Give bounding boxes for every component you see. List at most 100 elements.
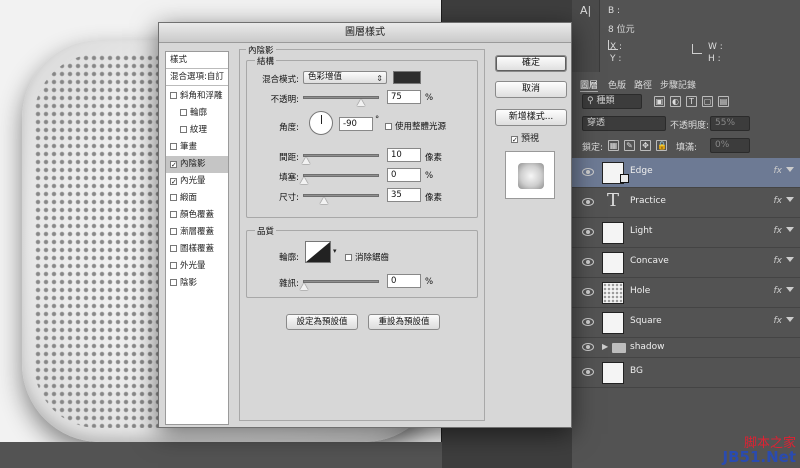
- fx-icon[interactable]: fx: [774, 286, 783, 296]
- angle-input[interactable]: -90: [339, 117, 373, 131]
- fx-icon[interactable]: fx: [774, 316, 783, 326]
- filter-smart-object-icon[interactable]: ▤: [718, 96, 729, 107]
- expand-effects-icon[interactable]: [786, 317, 794, 322]
- layer-blend-mode-select[interactable]: 穿透: [582, 116, 666, 131]
- checkbox-box[interactable]: [170, 245, 177, 252]
- antialias-checkbox[interactable]: 消除鋸齒: [345, 251, 389, 263]
- layer-row-square[interactable]: Square fx: [572, 308, 800, 338]
- checkbox-box[interactable]: [170, 228, 177, 235]
- new-style-button[interactable]: 新增樣式...: [495, 109, 567, 126]
- fx-icon[interactable]: fx: [774, 226, 783, 236]
- lock-pixels-icon[interactable]: ✎: [624, 140, 635, 151]
- checkbox-box[interactable]: [180, 109, 187, 116]
- style-item[interactable]: 紋理: [166, 122, 228, 139]
- expand-effects-icon[interactable]: [786, 227, 794, 232]
- tab-history[interactable]: 步驟記錄: [660, 78, 696, 91]
- fx-icon[interactable]: fx: [774, 256, 783, 266]
- visibility-eye-icon[interactable]: [582, 318, 594, 326]
- distance-slider[interactable]: [302, 154, 379, 164]
- checkbox-box[interactable]: ✓: [511, 136, 518, 144]
- noise-slider-knob[interactable]: [300, 283, 308, 290]
- filter-type-icon[interactable]: T: [686, 96, 697, 107]
- visibility-eye-icon[interactable]: [582, 168, 594, 176]
- style-item[interactable]: 緞面: [166, 190, 228, 207]
- opacity-input[interactable]: 75: [387, 90, 421, 104]
- style-item[interactable]: ✓ 內陰影: [166, 156, 228, 173]
- fill-field[interactable]: 0%: [710, 138, 750, 153]
- checkbox-box[interactable]: [170, 92, 177, 99]
- lock-position-icon[interactable]: ✥: [640, 140, 651, 151]
- visibility-eye-icon[interactable]: [582, 228, 594, 236]
- tab-paths[interactable]: 路徑: [634, 78, 652, 91]
- style-item[interactable]: 輪廓: [166, 105, 228, 122]
- shadow-color-swatch[interactable]: [393, 71, 421, 84]
- layer-row-light[interactable]: Light fx: [572, 218, 800, 248]
- checkbox-box[interactable]: ✓: [170, 178, 177, 186]
- visibility-eye-icon[interactable]: [582, 343, 594, 351]
- global-light-checkbox[interactable]: 使用整體光源: [385, 120, 446, 132]
- layer-opacity-field[interactable]: 55%: [710, 116, 750, 131]
- expand-effects-icon[interactable]: [786, 197, 794, 202]
- tab-channels[interactable]: 色版: [608, 78, 626, 91]
- layer-row-bg[interactable]: BG: [572, 358, 800, 388]
- angle-dial[interactable]: [309, 111, 333, 135]
- preview-checkbox[interactable]: ✓ 預視: [511, 131, 539, 144]
- size-slider-knob[interactable]: [320, 197, 328, 204]
- style-item[interactable]: 顏色覆蓋: [166, 207, 228, 224]
- reset-default-button[interactable]: 重設為預設值: [368, 314, 440, 330]
- checkbox-box[interactable]: [385, 123, 392, 130]
- expand-effects-icon[interactable]: [786, 167, 794, 172]
- style-item[interactable]: 陰影: [166, 275, 228, 292]
- style-item[interactable]: ✓ 內光暈: [166, 173, 228, 190]
- checkbox-box[interactable]: ✓: [170, 161, 177, 169]
- filter-kind-select[interactable]: ⚲ 種類: [582, 94, 642, 109]
- make-default-button[interactable]: 設定為預設值: [286, 314, 358, 330]
- checkbox-box[interactable]: [345, 254, 352, 261]
- tab-layers[interactable]: 圖層: [580, 78, 599, 92]
- checkbox-box[interactable]: [170, 211, 177, 218]
- size-input[interactable]: 35: [387, 188, 421, 202]
- expand-effects-icon[interactable]: [786, 257, 794, 262]
- visibility-eye-icon[interactable]: [582, 288, 594, 296]
- checkbox-box[interactable]: [170, 262, 177, 269]
- contour-picker[interactable]: [305, 241, 331, 263]
- distance-slider-knob[interactable]: [302, 157, 310, 164]
- lock-transparency-icon[interactable]: ▦: [608, 140, 619, 151]
- style-item[interactable]: 筆畫: [166, 139, 228, 156]
- fx-icon[interactable]: fx: [774, 196, 783, 206]
- layer-row-concave[interactable]: Concave fx: [572, 248, 800, 278]
- cancel-button[interactable]: 取消: [495, 81, 567, 98]
- checkbox-box[interactable]: [170, 143, 177, 150]
- style-item[interactable]: 圖樣覆蓋: [166, 241, 228, 258]
- style-item[interactable]: 斜角和浮雕: [166, 88, 228, 105]
- choke-slider[interactable]: [300, 174, 379, 184]
- noise-input[interactable]: 0: [387, 274, 421, 288]
- blend-mode-select[interactable]: 色彩增值 ⇕: [303, 71, 387, 84]
- lock-all-icon[interactable]: 🔒: [656, 140, 667, 151]
- layer-row-hole[interactable]: Hole fx: [572, 278, 800, 308]
- checkbox-box[interactable]: [170, 194, 177, 201]
- ok-button[interactable]: 確定: [495, 55, 567, 72]
- contour-dropdown-icon[interactable]: ▾: [333, 247, 337, 255]
- styles-header[interactable]: 樣式: [166, 52, 228, 69]
- layer-row-edge[interactable]: Edge fx: [572, 158, 800, 188]
- expand-group-arrow-icon[interactable]: ▶: [602, 342, 608, 351]
- layer-row-shadow-group[interactable]: ▶ shadow: [572, 338, 800, 358]
- style-item[interactable]: 外光暈: [166, 258, 228, 275]
- filter-pixel-icon[interactable]: ▣: [654, 96, 665, 107]
- filter-shape-icon[interactable]: ▢: [702, 96, 713, 107]
- blending-options-item[interactable]: 混合選項:自訂: [166, 69, 228, 86]
- opacity-slider-knob[interactable]: [357, 99, 365, 106]
- distance-input[interactable]: 10: [387, 148, 421, 162]
- size-slider[interactable]: [303, 194, 379, 204]
- opacity-slider[interactable]: [303, 96, 379, 106]
- visibility-eye-icon[interactable]: [582, 368, 594, 376]
- visibility-eye-icon[interactable]: [582, 258, 594, 266]
- noise-slider[interactable]: [300, 280, 379, 290]
- style-item[interactable]: 漸層覆蓋: [166, 224, 228, 241]
- expand-effects-icon[interactable]: [786, 287, 794, 292]
- filter-adjustment-icon[interactable]: ◐: [670, 96, 681, 107]
- checkbox-box[interactable]: [170, 279, 177, 286]
- visibility-eye-icon[interactable]: [582, 198, 594, 206]
- checkbox-box[interactable]: [180, 126, 187, 133]
